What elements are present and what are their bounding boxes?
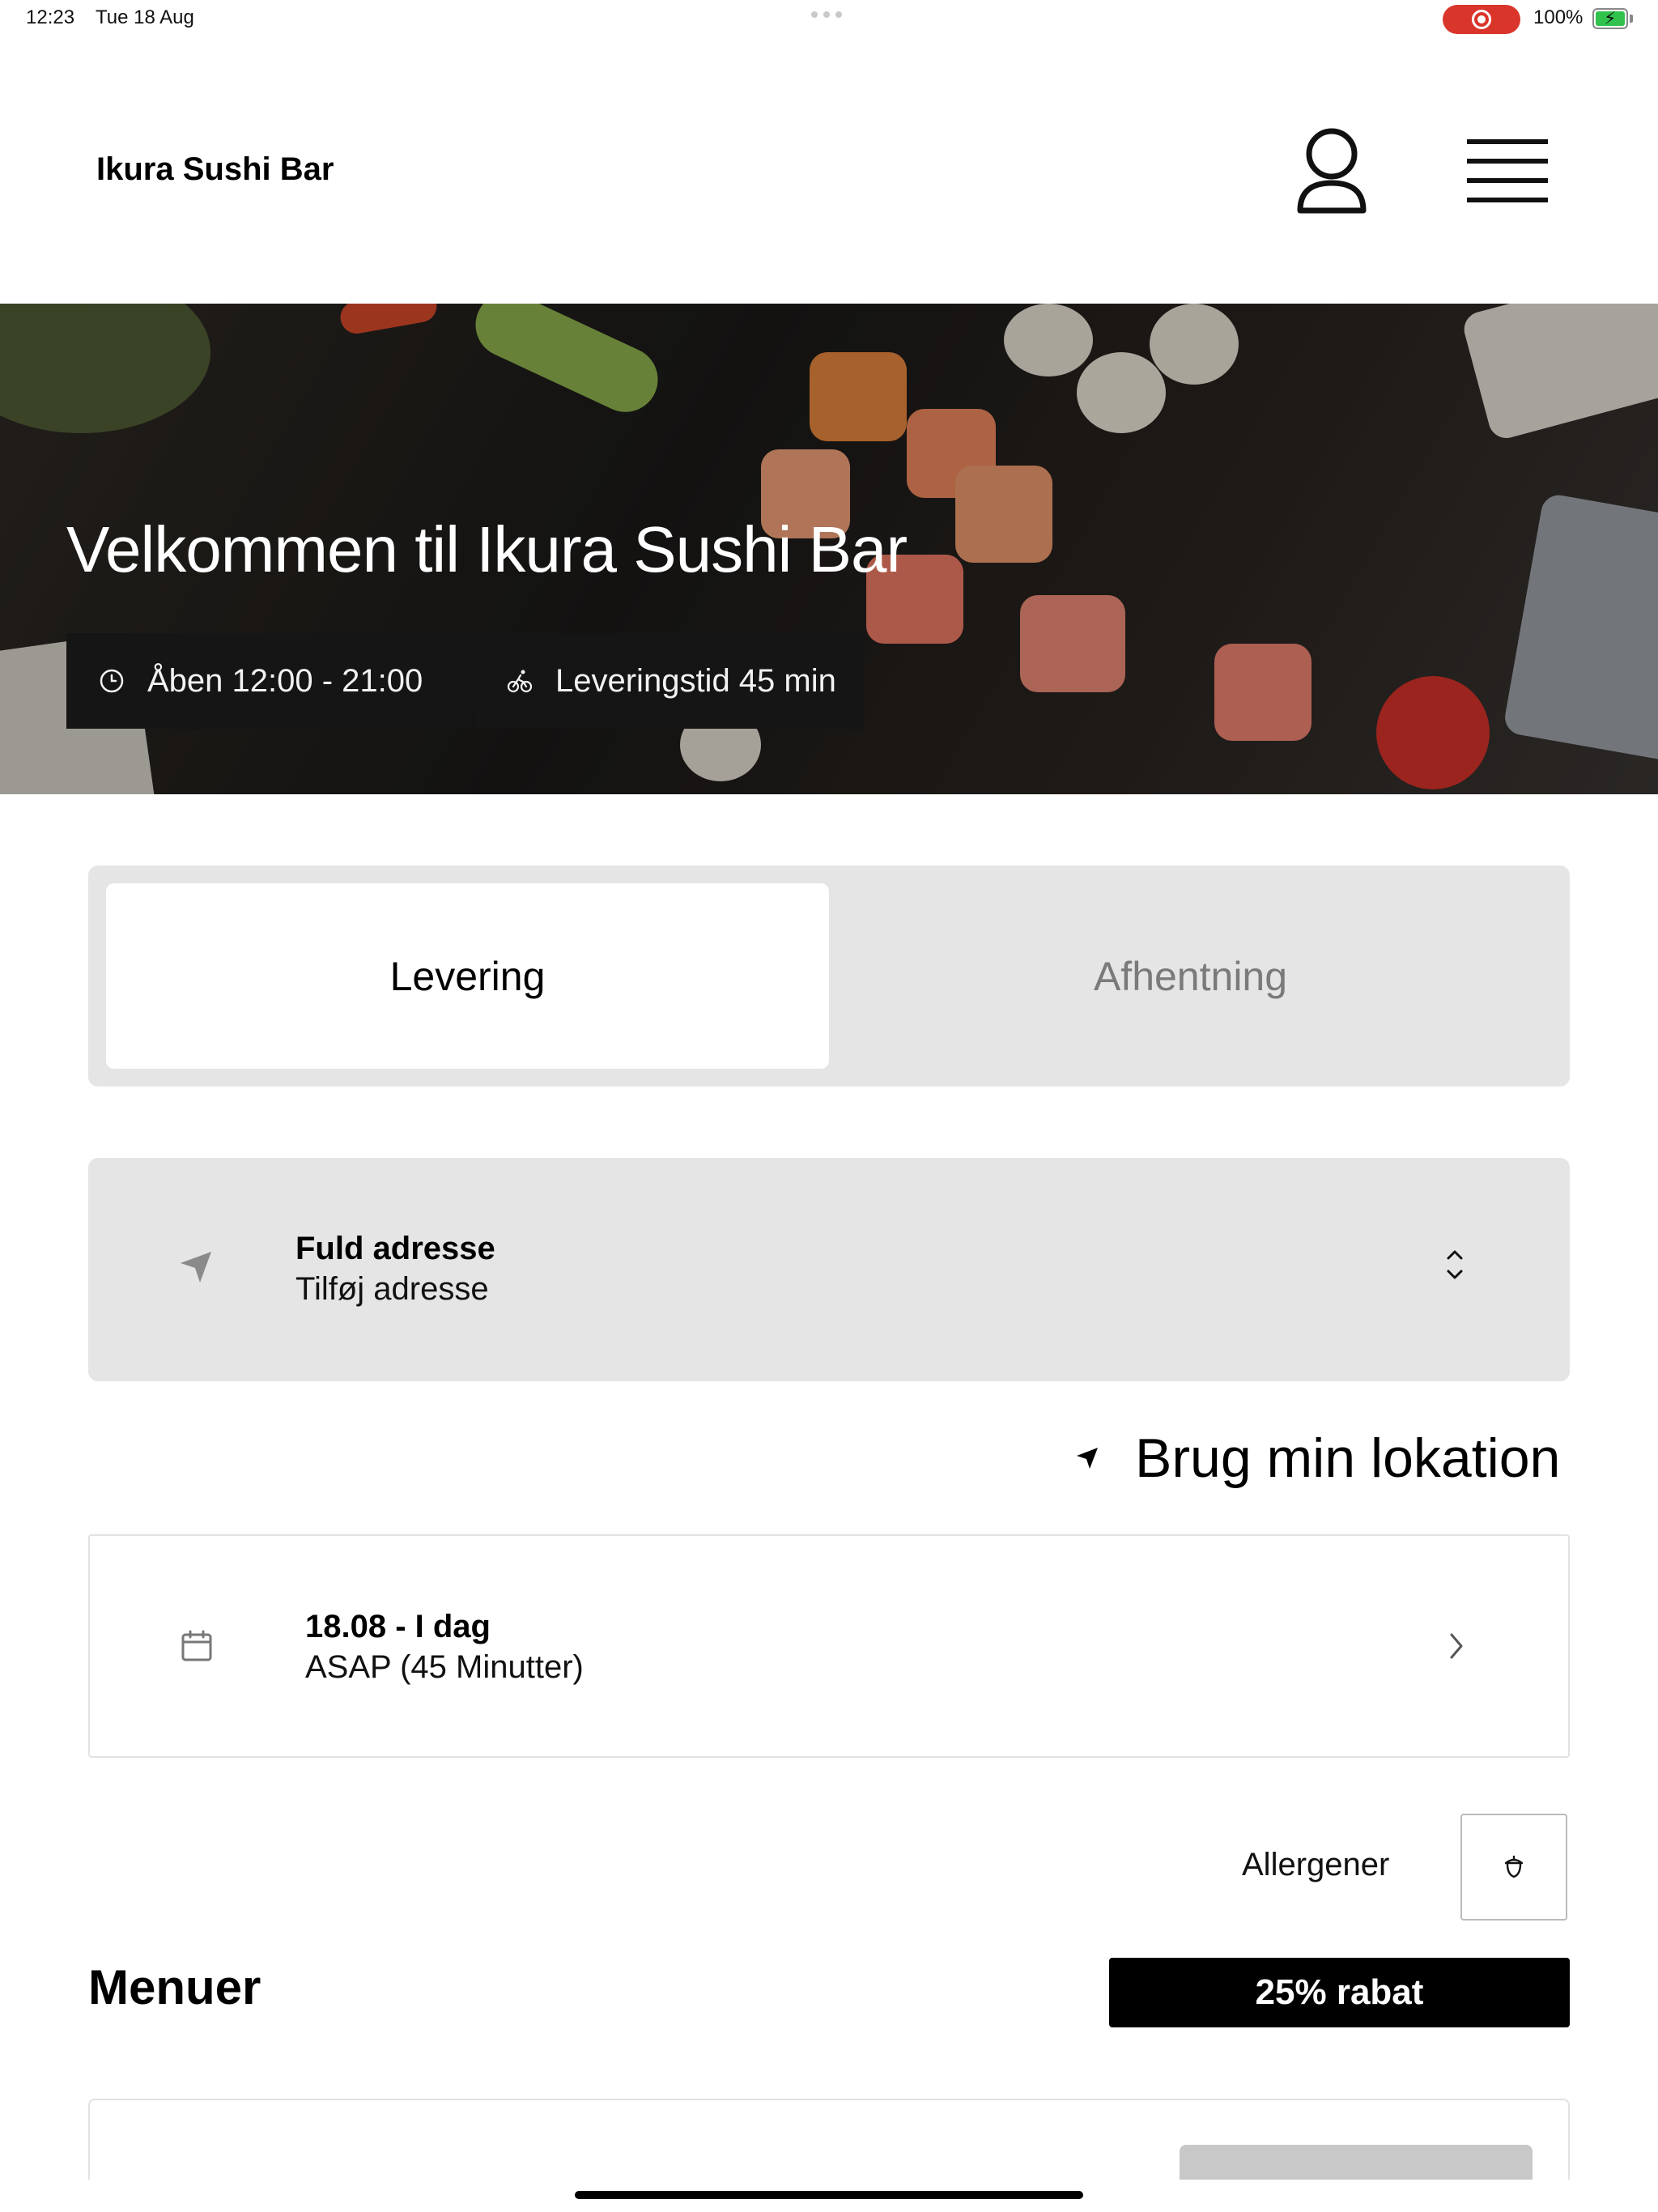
address-label: Fuld adresse <box>295 1231 495 1266</box>
status-time: 12:23 <box>26 6 75 28</box>
battery-percent: 100% <box>1533 6 1584 28</box>
status-date: Tue 18 Aug <box>96 6 194 28</box>
allergens-label: Allergener <box>1242 1847 1390 1882</box>
hero-title: Velkommen til Ikura Sushi Bar <box>66 513 908 585</box>
acorn-icon <box>1504 1855 1524 1878</box>
person-icon[interactable] <box>1295 126 1368 217</box>
order-mode-toggle: Levering Afhentning <box>88 866 1570 1087</box>
delivery-time-text: Leveringstid 45 min <box>555 662 836 699</box>
delivery-eta: ASAP (45 Minutter) <box>305 1649 584 1685</box>
screen-recording-icon[interactable] <box>1443 5 1520 34</box>
menus-heading: Menuer <box>88 1960 261 2014</box>
tab-levering[interactable]: Levering <box>106 883 829 1069</box>
home-indicator[interactable] <box>575 2191 1083 2199</box>
location-arrow-icon <box>181 1252 211 1283</box>
calendar-icon <box>181 1630 212 1661</box>
tab-afhentning[interactable]: Afhentning <box>829 883 1552 1069</box>
address-selector[interactable]: Fuld adresse Tilføj adresse <box>88 1158 1570 1381</box>
use-my-location-label: Brug min lokation <box>1135 1427 1561 1489</box>
delivery-date: 18.08 - I dag <box>305 1609 491 1644</box>
discount-badge[interactable]: 25% rabat <box>1109 1958 1570 2027</box>
clock-icon <box>100 669 124 693</box>
chevron-right-icon <box>1450 1633 1463 1659</box>
address-value: Tilføj adresse <box>295 1271 489 1307</box>
hero-banner: Velkommen til Ikura Sushi Bar Åben 12:00… <box>0 304 1658 794</box>
delivery-time-chip: Leveringstid 45 min <box>474 633 864 729</box>
opening-hours-chip: Åben 12:00 - 21:00 <box>66 633 471 729</box>
chevron-up-down-icon <box>1447 1250 1463 1279</box>
battery-nub <box>1630 15 1633 23</box>
battery-icon: ⚡ <box>1592 8 1628 29</box>
opening-hours-text: Åben 12:00 - 21:00 <box>147 662 423 699</box>
use-my-location-link[interactable]: Brug min lokation <box>1075 1427 1560 1490</box>
location-arrow-icon <box>1077 1448 1098 1469</box>
allergens-button[interactable] <box>1460 1814 1567 1921</box>
bicycle-icon <box>507 670 533 693</box>
multitasking-dots-icon[interactable] <box>811 11 842 18</box>
delivery-time-selector[interactable]: 18.08 - I dag ASAP (45 Minutter) <box>88 1534 1570 1758</box>
hamburger-icon[interactable] <box>1467 136 1548 206</box>
brand-name[interactable]: Ikura Sushi Bar <box>96 151 334 188</box>
